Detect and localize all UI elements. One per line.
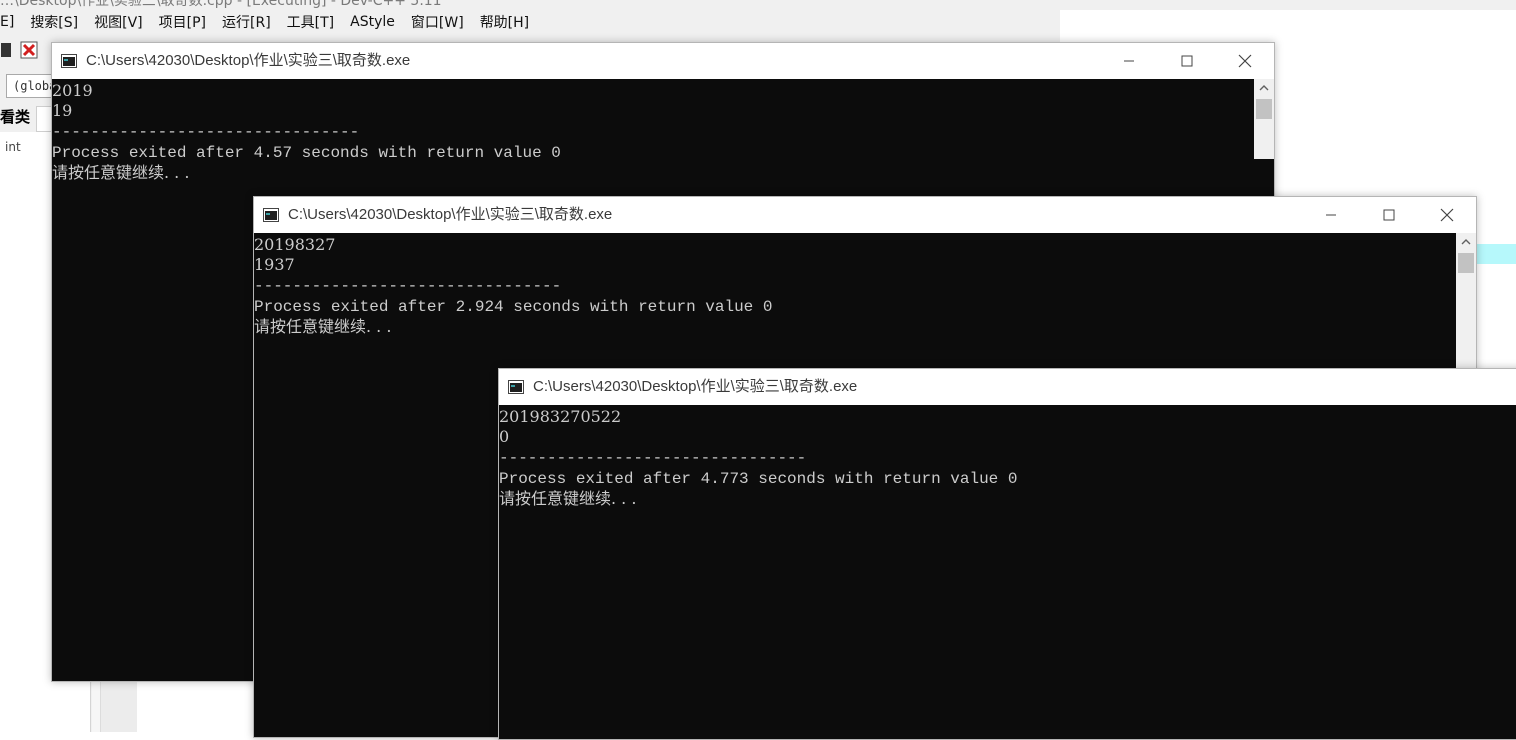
scroll-up-button[interactable] [1456,233,1476,251]
window-title: C:\Users\42030\Desktop\作业\实验三\取奇数.exe [86,52,411,69]
menu-search[interactable]: 搜索[S] [22,12,86,32]
scroll-thumb[interactable] [1458,253,1474,273]
maximize-icon [1383,209,1395,221]
maximize-button[interactable] [1360,197,1418,233]
exit-status-line: Process exited after 4.57 seconds with r… [52,144,561,162]
current-line-highlight [1476,244,1516,264]
continue-prompt: 请按任意键继续. . . [499,489,637,508]
console-text: 20198327 1937 --------------------------… [254,235,772,337]
scroll-thumb[interactable] [1256,99,1272,119]
vertical-scrollbar[interactable] [1254,79,1274,159]
maximize-icon [1181,55,1193,67]
close-button[interactable] [1216,43,1274,79]
menu-tools[interactable]: 工具[T] [279,12,342,32]
continue-prompt: 请按任意键继续. . . [52,163,190,182]
continue-prompt: 请按任意键继续. . . [254,317,392,336]
close-file-icon[interactable] [20,41,38,59]
separator-line: -------------------------------- [254,277,562,295]
exit-status-line: Process exited after 4.773 seconds with … [499,470,1018,488]
menu-edit[interactable]: E] [0,14,22,30]
output-line: 0 [499,427,510,446]
menu-help[interactable]: 帮助[H] [472,12,537,32]
vertical-scrollbar[interactable] [1456,233,1476,373]
output-line: 19 [52,101,73,120]
close-button[interactable] [1418,197,1476,233]
chevron-up-icon [1461,239,1471,245]
input-line: 20198327 [254,235,336,254]
menu-run[interactable]: 运行[R] [214,12,279,32]
ide-title: …\Desktop\作业\实验三\取奇数.cpp - [Executing] -… [0,0,442,9]
chevron-up-icon [1259,85,1269,91]
minimize-button[interactable] [1302,197,1360,233]
menu-project[interactable]: 项目[P] [151,12,214,32]
minimize-button[interactable] [1100,43,1158,79]
input-line: 201983270522 [499,407,622,426]
menu-window[interactable]: 窗口[W] [403,12,472,32]
console-window-3[interactable]: C:\Users\42030\Desktop\作业\实验三\取奇数.exe 20… [498,368,1516,740]
title-bar[interactable]: C:\Users\42030\Desktop\作业\实验三\取奇数.exe [52,43,1274,79]
console-app-icon [508,380,524,394]
menu-astyle[interactable]: AStyle [342,14,403,30]
console-text: 201983270522 0 -------------------------… [499,407,1017,509]
scroll-up-button[interactable] [1254,79,1274,97]
file-icon[interactable] [0,41,18,59]
window-title: C:\Users\42030\Desktop\作业\实验三\取奇数.exe [288,206,613,223]
console-app-icon [263,208,279,222]
output-line: 1937 [254,255,295,274]
exit-status-line: Process exited after 2.924 seconds with … [254,298,773,316]
maximize-button[interactable] [1158,43,1216,79]
console-output[interactable]: 201983270522 0 -------------------------… [499,405,1516,739]
close-icon [1238,54,1252,68]
minimize-icon [1326,214,1336,216]
title-bar[interactable]: C:\Users\42030\Desktop\作业\实验三\取奇数.exe [499,369,1516,405]
title-bar[interactable]: C:\Users\42030\Desktop\作业\实验三\取奇数.exe [254,197,1476,233]
console-text: 2019 19 --------------------------------… [52,81,561,183]
close-icon [1440,208,1454,222]
class-item-int[interactable]: int [5,140,21,154]
separator-line: -------------------------------- [52,123,360,141]
console-app-icon [61,54,77,68]
minimize-icon [1124,60,1134,62]
window-title: C:\Users\42030\Desktop\作业\实验三\取奇数.exe [533,378,858,395]
separator-line: -------------------------------- [499,449,807,467]
input-line: 2019 [52,81,93,100]
menu-view[interactable]: 视图[V] [86,12,151,32]
tab-class-browser[interactable]: 看类 [0,106,30,127]
